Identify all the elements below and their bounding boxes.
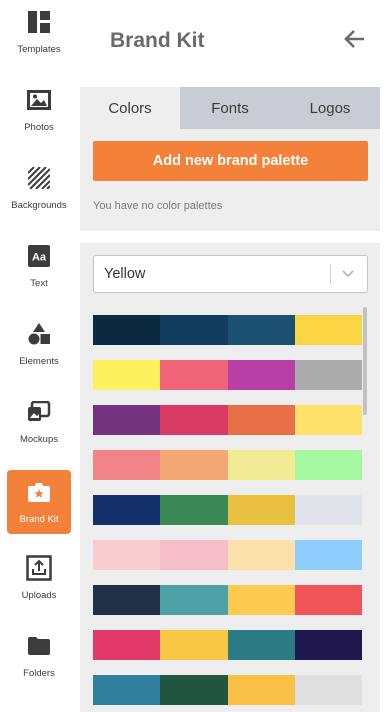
left-nav: Templates Photos Backgrounds Aa Text Ele…: [0, 0, 78, 712]
palette-list: [93, 315, 362, 712]
color-swatch: [160, 585, 228, 615]
palette-row[interactable]: [93, 675, 362, 705]
nav-item-uploads[interactable]: Uploads: [7, 546, 71, 610]
svg-text:Aa: Aa: [32, 252, 47, 264]
templates-icon: [26, 9, 52, 35]
color-swatch: [294, 405, 362, 435]
color-swatch: [294, 675, 362, 705]
nav-item-elements[interactable]: Elements: [7, 312, 71, 376]
color-swatch: [160, 405, 228, 435]
color-swatch: [93, 585, 161, 615]
color-swatch: [294, 315, 362, 345]
color-swatch: [294, 630, 362, 660]
nav-label: Templates: [17, 44, 61, 55]
back-button[interactable]: [343, 27, 367, 51]
nav-label: Folders: [23, 668, 55, 679]
nav-item-backgrounds[interactable]: Backgrounds: [7, 156, 71, 220]
color-swatch: [160, 630, 228, 660]
tab-logos[interactable]: Logos: [280, 87, 380, 129]
color-swatch: [227, 405, 295, 435]
palette-row[interactable]: [93, 405, 362, 435]
color-swatch: [160, 540, 228, 570]
tab-colors[interactable]: Colors: [80, 87, 180, 129]
palette-row[interactable]: [93, 315, 362, 345]
color-swatch: [160, 495, 228, 525]
color-swatch: [93, 675, 161, 705]
nav-label: Brand Kit: [19, 514, 59, 525]
empty-palettes-text: You have no color palettes: [93, 200, 223, 212]
brand-palette-section: Add new brand palette You have no color …: [80, 129, 380, 231]
color-swatch: [294, 540, 362, 570]
color-swatch: [227, 450, 295, 480]
color-swatch: [93, 360, 161, 390]
folder-icon: [26, 633, 52, 659]
palette-browser: Yellow: [80, 243, 380, 712]
selected-value: Yellow: [104, 266, 146, 282]
scrollbar-thumb[interactable]: [363, 307, 367, 415]
color-swatch: [227, 630, 295, 660]
color-swatch: [294, 585, 362, 615]
color-swatch: [227, 585, 295, 615]
color-swatch: [227, 540, 295, 570]
nav-label: Text: [30, 278, 48, 289]
color-swatch: [93, 450, 161, 480]
color-swatch: [93, 540, 161, 570]
photo-icon: [26, 87, 52, 113]
palette-row[interactable]: [93, 585, 362, 615]
nav-label: Uploads: [21, 590, 57, 601]
color-swatch: [294, 495, 362, 525]
nav-item-folders[interactable]: Folders: [7, 624, 71, 688]
upload-icon: [26, 555, 52, 581]
nav-item-text[interactable]: Aa Text: [7, 234, 71, 298]
palette-row[interactable]: [93, 630, 362, 660]
color-swatch: [227, 495, 295, 525]
chevron-down-icon: [342, 270, 354, 278]
nav-item-mockups[interactable]: Mockups: [7, 390, 71, 454]
color-swatch: [160, 450, 228, 480]
mockups-icon: [26, 399, 52, 425]
elements-icon: [26, 321, 52, 347]
color-swatch: [160, 315, 228, 345]
color-swatch: [160, 360, 228, 390]
nav-item-photos[interactable]: Photos: [7, 78, 71, 142]
nav-item-brand-kit[interactable]: Brand Kit: [7, 470, 71, 534]
color-swatch: [227, 315, 295, 345]
brand-kit-icon: [26, 479, 52, 505]
color-swatch: [93, 315, 161, 345]
color-swatch: [227, 675, 295, 705]
page-title: Brand Kit: [110, 29, 205, 52]
palette-row[interactable]: [93, 540, 362, 570]
nav-label: Mockups: [19, 434, 58, 445]
color-swatch: [93, 495, 161, 525]
select-divider: [330, 264, 331, 284]
arrow-left-icon: [344, 30, 364, 48]
color-swatch: [93, 630, 161, 660]
color-swatch: [227, 360, 295, 390]
palette-row[interactable]: [93, 495, 362, 525]
brand-kit-tabs: Colors Fonts Logos: [80, 87, 380, 129]
add-brand-palette-button[interactable]: Add new brand palette: [93, 141, 368, 181]
backgrounds-icon: [26, 165, 52, 191]
text-icon: Aa: [26, 243, 52, 269]
color-swatch: [294, 360, 362, 390]
color-swatch: [294, 450, 362, 480]
tab-fonts[interactable]: Fonts: [180, 87, 280, 129]
nav-label: Photos: [24, 122, 54, 133]
nav-label: Backgrounds: [11, 200, 67, 211]
color-swatch: [160, 675, 228, 705]
palette-row[interactable]: [93, 360, 362, 390]
nav-label: Elements: [19, 356, 59, 367]
palette-row[interactable]: [93, 450, 362, 480]
palette-filter-select[interactable]: Yellow: [93, 255, 368, 293]
color-swatch: [93, 405, 161, 435]
nav-item-templates[interactable]: Templates: [7, 0, 71, 64]
